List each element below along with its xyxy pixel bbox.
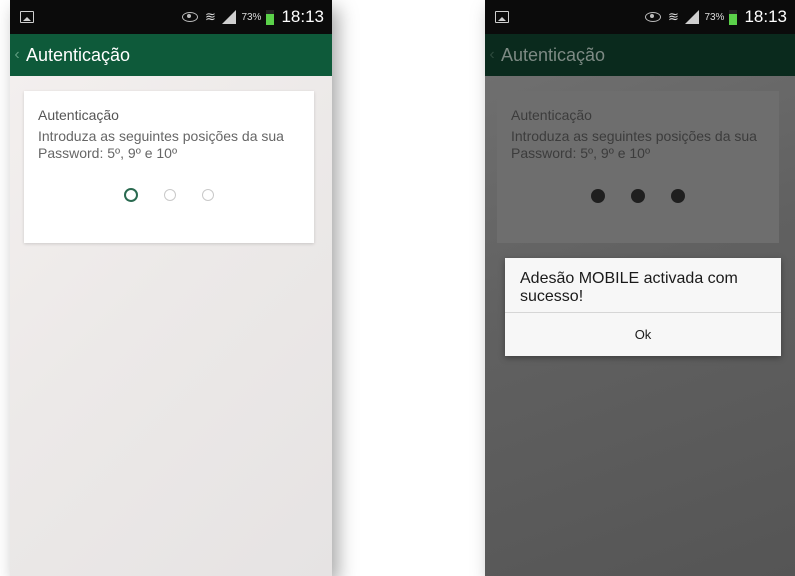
screenshot-canvas: ≋ 73% 18:13 ‹ Autenticação Autenticação … <box>0 0 795 576</box>
gallery-notification-icon <box>20 11 34 23</box>
app-bar: ‹ Autenticação <box>485 34 795 76</box>
pin-dot-2 <box>631 189 645 203</box>
auth-card: Autenticação Introduza as seguintes posi… <box>497 91 779 243</box>
status-icons: ≋ 73% 18:13 <box>182 4 324 30</box>
left-phone-screen: ≋ 73% 18:13 ‹ Autenticação Autenticação … <box>10 0 332 576</box>
battery-icon <box>729 9 738 25</box>
eye-icon <box>182 12 199 22</box>
screen-body: Autenticação Introduza as seguintes posi… <box>10 76 332 576</box>
signal-icon <box>685 10 700 24</box>
card-title: Autenticação <box>511 107 592 123</box>
card-instructions: Introduza as seguintes posições da sua P… <box>511 128 757 161</box>
pin-position-indicators <box>497 189 779 203</box>
ok-button[interactable]: Ok <box>505 313 781 356</box>
battery-icon <box>266 9 275 25</box>
status-icons: ≋ 73% 18:13 <box>645 4 787 30</box>
success-dialog: Adesão MOBILE activada com sucesso! Ok <box>505 258 781 356</box>
pin-dot-1 <box>591 189 605 203</box>
card-instructions: Introduza as seguintes posições da sua P… <box>38 128 284 161</box>
gallery-notification-icon <box>495 11 509 23</box>
app-bar-title: Autenticação <box>501 44 606 65</box>
status-bar: ≋ 73% 18:13 <box>10 0 332 34</box>
pin-dot-2[interactable] <box>164 189 176 201</box>
pin-dot-3 <box>671 189 685 203</box>
pin-position-indicators[interactable] <box>24 188 314 202</box>
status-time: 18:13 <box>281 7 324 26</box>
auth-card: Autenticação Introduza as seguintes posi… <box>24 91 314 243</box>
status-bar: ≋ 73% 18:13 <box>485 0 795 34</box>
screen-body-dimmed: Autenticação Introduza as seguintes posi… <box>485 76 795 576</box>
status-time: 18:13 <box>744 7 787 26</box>
app-bar-title: Autenticação <box>26 44 131 65</box>
pin-dot-1[interactable] <box>124 188 138 202</box>
pin-dot-3[interactable] <box>202 189 214 201</box>
wifi-icon: ≋ <box>667 9 679 24</box>
battery-percent: 73% <box>241 11 262 23</box>
app-bar: ‹ Autenticação <box>10 34 332 76</box>
wifi-icon: ≋ <box>204 9 216 24</box>
dialog-message: Adesão MOBILE activada com sucesso! <box>520 270 738 305</box>
chevron-left-icon: ‹ <box>489 46 495 63</box>
chevron-left-icon[interactable]: ‹ <box>10 34 24 76</box>
eye-icon <box>645 12 662 22</box>
signal-icon <box>222 10 237 24</box>
card-title: Autenticação <box>38 107 119 123</box>
right-phone-screen: ≋ 73% 18:13 ‹ Autenticação Autenticação … <box>485 0 795 576</box>
battery-percent: 73% <box>704 11 725 23</box>
